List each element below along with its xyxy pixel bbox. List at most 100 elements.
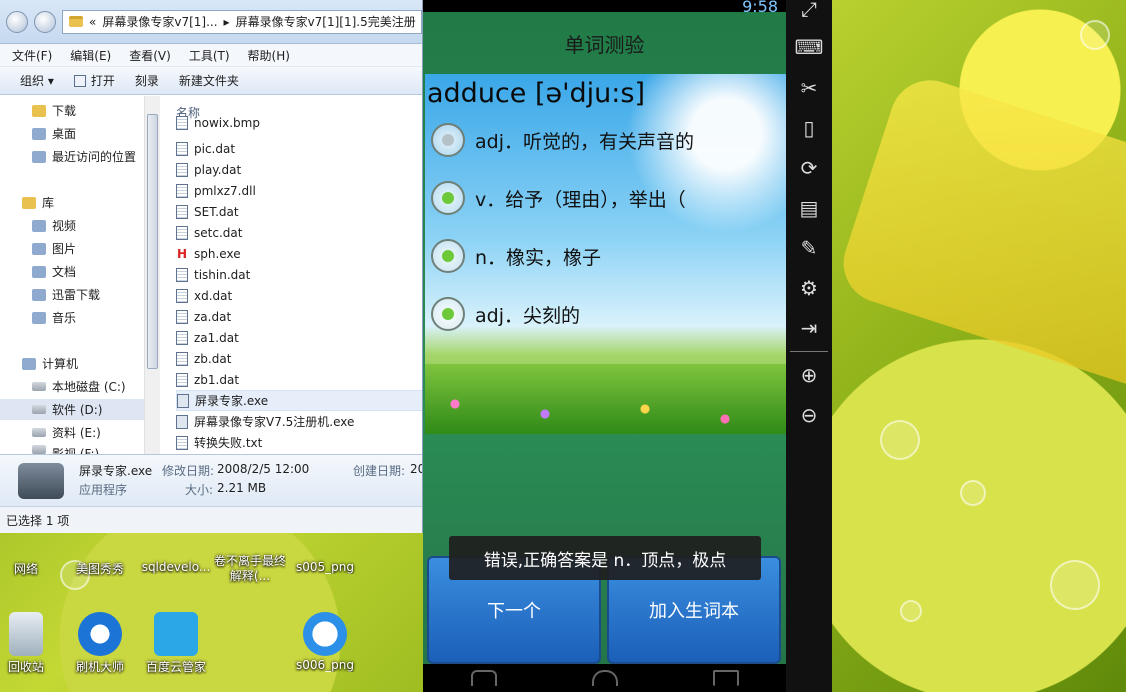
burn-button[interactable]: 刻录	[135, 72, 159, 89]
nav-item-videos[interactable]: 视频	[32, 215, 76, 236]
drive-c-icon	[32, 382, 46, 391]
nav-item-drive-d[interactable]: 软件 (D:)	[0, 399, 145, 420]
answer-option-2[interactable]: v．给予（理由），举出（	[431, 178, 686, 218]
breadcrumb-separator[interactable]: ▸	[224, 15, 230, 29]
android-nav-bar	[423, 664, 786, 692]
address-bar[interactable]: « 屏幕录像专家v7[1]... ▸ 屏幕录像专家v7[1][1].5完美注册	[62, 9, 422, 34]
camera-exe-icon	[177, 393, 189, 408]
fullscreen-icon[interactable]: ⤢	[796, 0, 822, 22]
nav-item-documents[interactable]: 文档	[32, 261, 76, 282]
file-item[interactable]: play.dat	[176, 159, 422, 180]
file-item[interactable]: zb.dat	[176, 348, 422, 369]
desktop-icon-s006[interactable]: s006_png	[289, 612, 361, 672]
menu-help[interactable]: 帮助(H)	[248, 47, 290, 64]
apk-install-icon[interactable]: ▤	[796, 195, 822, 221]
menu-edit[interactable]: 编辑(E)	[70, 47, 111, 64]
file-item[interactable]: pmlxz7.dll	[176, 180, 422, 201]
open-label: 打开	[90, 74, 115, 88]
volume-up-icon[interactable]: ⊕	[796, 362, 822, 388]
command-toolbar: 组织 ▾ 打开 刻录 新建文件夹	[0, 66, 422, 95]
nav-item-libraries[interactable]: 库	[22, 192, 54, 213]
radio-button[interactable]	[431, 297, 465, 331]
desktop-icon-document[interactable]: 卷不离手最终解释(...	[214, 540, 286, 586]
file-item[interactable]: SET.dat	[176, 201, 422, 222]
file-item[interactable]: za1.dat	[176, 327, 422, 348]
nav-item-music[interactable]: 音乐	[32, 307, 76, 328]
nav-item-drive-f[interactable]: 影视 (F:)	[32, 445, 99, 454]
forward-button[interactable]	[34, 10, 56, 33]
file-item[interactable]: xd.dat	[176, 285, 422, 306]
details-created-value: 20	[410, 462, 422, 476]
radio-button[interactable]	[431, 181, 465, 215]
open-button[interactable]: 打开	[73, 72, 115, 89]
nav-item-desktop[interactable]: 桌面	[32, 123, 76, 144]
scissors-icon[interactable]: ✂	[796, 75, 822, 101]
toolbar-divider	[790, 351, 828, 352]
radio-button[interactable]	[431, 239, 465, 273]
radio-dot	[442, 192, 454, 204]
desktop-icon-network[interactable]: 网络	[0, 540, 62, 577]
emulator-toolbar: ⤢ ⌨ ✂ ▯ ⟳ ▤ ✎ ⚙ ⇥ ⊕ ⊖	[786, 0, 832, 692]
file-item[interactable]: 屏幕录像专家V7.5注册机.exe	[176, 411, 422, 432]
nav-item-downloads[interactable]: 下载	[32, 100, 76, 121]
nav-item-drive-e[interactable]: 资料 (E:)	[32, 422, 101, 443]
image-file-icon	[303, 612, 347, 656]
file-item[interactable]: nowix.bmp	[176, 116, 422, 130]
file-item[interactable]: tishin.dat	[176, 264, 422, 285]
back-button[interactable]	[6, 10, 28, 33]
breadcrumb-item[interactable]: 屏幕录像专家v7[1][1].5完美注册	[236, 13, 416, 30]
option-label: v．给予（理由），举出（	[475, 188, 686, 211]
image-file-icon	[303, 540, 347, 558]
desktop-icon-baidu-cloud[interactable]: 百度云管家	[140, 612, 212, 675]
breadcrumb-chevron[interactable]: «	[89, 15, 96, 29]
clean-brush-icon[interactable]: ✎	[796, 235, 822, 261]
rotate-icon[interactable]: ⟳	[796, 155, 822, 181]
desktop-icon-flash-master[interactable]: 刷机大师	[64, 612, 136, 675]
nav-scrollbar-thumb[interactable]	[147, 114, 158, 369]
answer-option-4[interactable]: adj．尖刻的	[431, 294, 580, 334]
file-item[interactable]: za.dat	[176, 306, 422, 327]
document-icon	[228, 540, 272, 552]
file-name: zb1.dat	[194, 372, 240, 387]
answer-option-3[interactable]: n．橡实，橡子	[431, 236, 601, 276]
file-item[interactable]: pic.dat	[176, 138, 422, 159]
file-item[interactable]: zb1.dat	[176, 369, 422, 390]
nav-item-pictures[interactable]: 图片	[32, 238, 76, 259]
nav-item-recent[interactable]: 最近访问的位置	[32, 146, 136, 167]
file-item[interactable]: 转换失败.txt	[176, 432, 422, 453]
new-folder-button[interactable]: 新建文件夹	[179, 72, 239, 89]
volume-down-icon[interactable]: ⊖	[796, 402, 822, 428]
file-item[interactable]: setc.dat	[176, 222, 422, 243]
thunder-download-icon	[32, 288, 46, 301]
desktop-icon-sqldeveloper[interactable]: sqldevelo...	[140, 540, 212, 574]
breadcrumb-item[interactable]: 屏幕录像专家v7[1]...	[102, 13, 217, 30]
nav-item-computer[interactable]: 计算机	[22, 353, 78, 374]
radio-button[interactable]	[431, 123, 465, 157]
organize-button[interactable]: 组织 ▾	[20, 72, 54, 89]
recent-apps-icon[interactable]	[712, 670, 739, 686]
file-name: SET.dat	[194, 204, 239, 219]
settings-gear-icon[interactable]: ⚙	[796, 275, 822, 301]
desktop-icon-recycle-bin[interactable]: 回收站	[0, 612, 62, 675]
shake-icon[interactable]: ▯	[796, 115, 822, 141]
menu-file[interactable]: 文件(F)	[12, 47, 52, 64]
desktop-icon-meitu[interactable]: 美图秀秀	[64, 540, 136, 577]
home-icon[interactable]	[591, 670, 618, 686]
dat-file-icon	[176, 225, 188, 240]
nav-item-drive-c[interactable]: 本地磁盘 (C:)	[32, 376, 126, 397]
nav-item-label: 最近访问的位置	[52, 150, 137, 164]
menu-view[interactable]: 查看(V)	[129, 47, 171, 64]
file-item-selected[interactable]: 屏录专家.exe	[176, 390, 422, 411]
menu-tools[interactable]: 工具(T)	[189, 47, 230, 64]
file-item[interactable]: Hsph.exe	[176, 243, 422, 264]
back-icon[interactable]	[470, 670, 497, 686]
desktop-icon-s005[interactable]: s005_png	[289, 540, 361, 574]
nav-item-thunder[interactable]: 迅雷下载	[32, 284, 100, 305]
answer-option-1[interactable]: adj．听觉的，有关声音的	[431, 120, 694, 160]
keyboard-icon[interactable]: ⌨	[795, 34, 824, 60]
dat-file-icon	[176, 309, 188, 324]
nav-scrollbar[interactable]	[144, 96, 160, 454]
exit-icon[interactable]: ⇥	[796, 315, 822, 341]
music-library-icon	[32, 311, 46, 324]
nav-item-label: 桌面	[52, 127, 77, 141]
